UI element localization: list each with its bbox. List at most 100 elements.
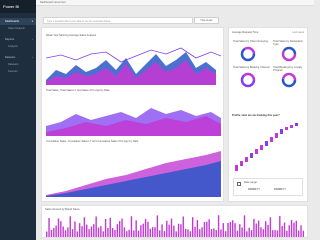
column-bar (180, 224, 182, 237)
bottom-panel: Sales Amount by Brand Name (41, 205, 308, 238)
column-bar (67, 227, 69, 237)
sidebar-item-label: Datasets (8, 63, 19, 66)
column-bar (123, 227, 126, 237)
column-bar (46, 231, 48, 237)
column-bar (88, 229, 90, 237)
profit-title: Profits, How are we tracking this year? (232, 114, 280, 117)
dashboard-title: Dashboard name here (40, 1, 66, 4)
bar (265, 141, 268, 146)
column-bar (90, 226, 93, 237)
column-bar (135, 220, 137, 237)
column-bar (111, 228, 114, 237)
column-bar (288, 225, 290, 237)
topbar: Dashboard name here (36, 0, 314, 6)
sidebar-item-analysis[interactable]: Analysis (0, 43, 36, 50)
date-from-field[interactable]: DD/MM/YY (248, 188, 260, 191)
column-bar (173, 225, 175, 237)
column-bar (264, 221, 267, 237)
column-bar (86, 224, 88, 237)
column-bar (62, 226, 64, 237)
series-line (46, 47, 221, 63)
qa-placeholder: Type a question about your data or use t… (47, 19, 111, 23)
column-bar (189, 231, 192, 237)
donut-chart-2 (281, 46, 297, 62)
bar (240, 161, 243, 166)
right-panel-title: Average Request Time (232, 31, 259, 34)
column-bar (210, 229, 213, 237)
column-bar (102, 231, 104, 237)
column-bar (168, 224, 170, 237)
date-to-field[interactable]: DD/MM/YY (274, 188, 286, 191)
column-bar (69, 216, 71, 237)
date-range-box: Date range DD/MM/YY DD/MM/YY (233, 178, 303, 196)
bar (285, 127, 288, 130)
column-bar (149, 228, 152, 237)
bar (255, 149, 258, 154)
column-bar (201, 227, 203, 237)
donut-chart-3 (240, 72, 256, 88)
column-bar (300, 225, 302, 237)
sidebar-item-dashboards[interactable]: Dashboards ▾ (0, 18, 36, 25)
bar (275, 133, 278, 138)
column-bar (83, 217, 86, 237)
column-bar (95, 216, 97, 237)
column-bar (217, 215, 220, 237)
column-bar (118, 221, 121, 237)
sidebar-item-datasets-2[interactable]: Datasets (0, 61, 36, 68)
bar (245, 157, 248, 162)
column-bar (222, 223, 224, 237)
column-bar (50, 229, 53, 237)
column-bar (199, 229, 201, 237)
column-bar (55, 225, 57, 237)
chart1-title: Week Year Morning Average Sales Analysis (46, 34, 97, 37)
column-bar (154, 227, 156, 237)
date-range-label: Date range (244, 181, 257, 184)
column-bar (253, 218, 255, 237)
column-bar (295, 220, 297, 237)
column-bar (272, 230, 274, 237)
column-bar (97, 227, 100, 237)
column-bar (283, 222, 286, 237)
column-bar (246, 231, 248, 237)
column-bar (260, 227, 262, 237)
column-bar (93, 224, 95, 237)
qa-input[interactable]: Type a question about your data or use t… (43, 17, 193, 24)
column-bar (302, 230, 305, 237)
column-bar (224, 231, 227, 237)
column-bar (130, 216, 133, 237)
column-bar (81, 226, 83, 237)
column-bar (104, 219, 107, 237)
column-bar (137, 230, 140, 237)
donut-3-label: Total Sales by Booking Channel (233, 66, 270, 69)
column-bar (142, 223, 144, 237)
bar (280, 129, 283, 134)
sidebar-item-sources[interactable]: Sources (0, 68, 36, 75)
sidebar-item-sales-analysis[interactable]: Sales Analysis (0, 25, 36, 32)
column-bar (151, 227, 154, 237)
column-bar (140, 225, 142, 237)
sidebar-item-datasets[interactable]: Datasets › (0, 54, 36, 61)
column-bar (229, 221, 232, 237)
column-bar (107, 227, 109, 237)
sidebar-item-reports[interactable]: Reports › (0, 36, 36, 43)
column-bar (203, 221, 206, 237)
column-bar (147, 221, 149, 237)
column-bar (78, 223, 81, 237)
chart3-title: Cumulative Sales, Cumulative Sales LY an… (46, 140, 139, 143)
column-bar (220, 229, 222, 237)
column-bar (121, 218, 123, 237)
main-charts-panel: Week Year Morning Average Sales Analysis… (41, 27, 224, 202)
column-bar (109, 217, 111, 237)
column-bar (297, 230, 300, 237)
bar (260, 145, 263, 150)
column-bar (241, 227, 243, 237)
how-to-ask-button[interactable]: How to ask (194, 17, 219, 24)
column-bar (116, 224, 119, 237)
last-week-link[interactable]: Last week (292, 31, 304, 34)
bar (235, 165, 238, 171)
sidebar-item-label: Reports (5, 38, 15, 41)
column-bar (262, 229, 265, 237)
column-bar (255, 223, 257, 237)
column-bar (215, 230, 217, 237)
donut-1-label: Total Sales by Client Grouping (233, 40, 268, 43)
